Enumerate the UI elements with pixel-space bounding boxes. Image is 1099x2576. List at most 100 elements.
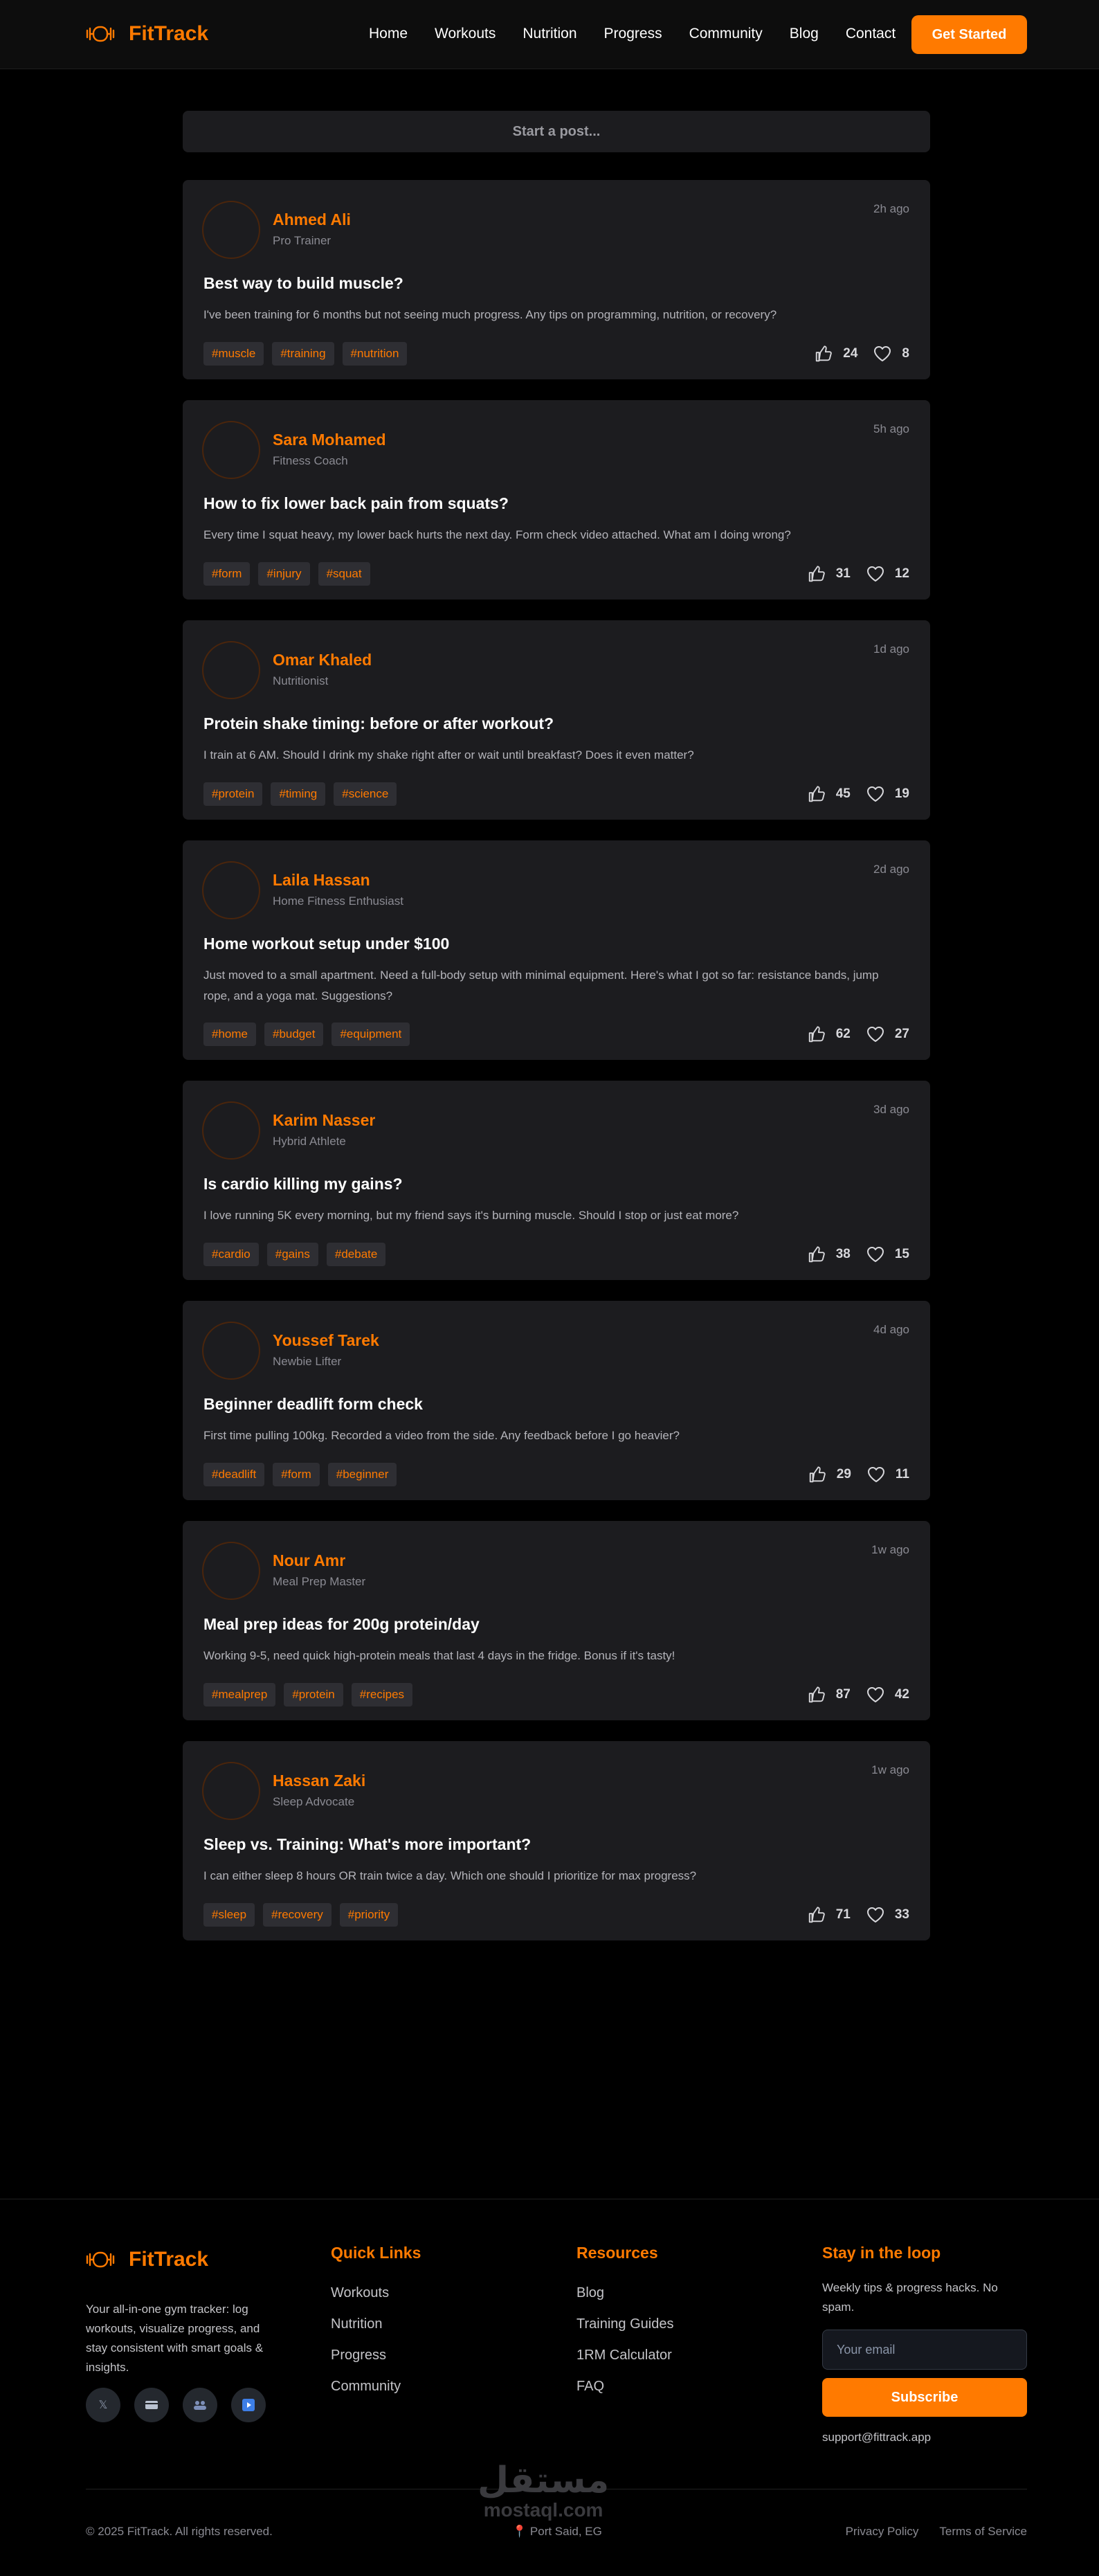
tag[interactable]: #injury <box>258 562 310 586</box>
heart-button[interactable]: 33 <box>866 1905 909 1925</box>
avatar[interactable] <box>202 861 260 919</box>
tag[interactable]: #mealprep <box>203 1683 276 1706</box>
footer-link-workouts[interactable]: Workouts <box>331 2285 421 2302</box>
tag[interactable]: #home <box>203 1023 256 1046</box>
tag[interactable]: #budget <box>264 1023 324 1046</box>
post-card[interactable]: Sara Mohamed Fitness Coach 5h ago How to fi… <box>183 400 930 600</box>
heart-button[interactable]: 27 <box>866 1025 909 1044</box>
tag[interactable]: #form <box>273 1463 320 1486</box>
get-started-button[interactable]: Get Started <box>911 15 1027 54</box>
post-author[interactable]: Laila Hassan <box>273 871 370 890</box>
terms-of-service-link[interactable]: Terms of Service <box>939 2525 1027 2539</box>
heart-button[interactable]: 15 <box>866 1245 909 1264</box>
tag[interactable]: #recovery <box>263 1903 331 1927</box>
post-author[interactable]: Karim Nasser <box>273 1111 375 1130</box>
avatar[interactable] <box>202 1542 260 1600</box>
avatar[interactable] <box>202 1101 260 1160</box>
like-button[interactable]: 31 <box>807 564 851 584</box>
tag[interactable]: #protein <box>203 782 263 806</box>
footer-brand[interactable]: FitTrack <box>86 2245 208 2274</box>
like-button[interactable]: 62 <box>807 1025 851 1044</box>
tag[interactable]: #science <box>334 782 397 806</box>
post-card[interactable]: Hassan Zaki Sleep Advocate 1w ago Sleep vs.… <box>183 1741 930 1940</box>
nav-workouts[interactable]: Workouts <box>435 24 496 44</box>
tag[interactable]: #timing <box>271 782 326 806</box>
post-card[interactable]: Omar Khaled Nutritionist 1d ago Protein sha… <box>183 620 930 820</box>
like-button[interactable]: 29 <box>808 1465 851 1484</box>
like-button[interactable]: 38 <box>807 1245 851 1264</box>
nav-home[interactable]: Home <box>369 24 408 44</box>
post-card[interactable]: Nour Amr Meal Prep Master 1w ago Meal prep … <box>183 1521 930 1720</box>
heart-button[interactable]: 11 <box>866 1465 909 1484</box>
like-button[interactable]: 45 <box>807 784 851 804</box>
post-card[interactable]: Laila Hassan Home Fitness Enthusiast 2d ag… <box>183 840 930 1060</box>
post-title[interactable]: Protein shake timing: before or after wo… <box>203 714 554 733</box>
footer-link-training-guides[interactable]: Training Guides <box>576 2316 673 2333</box>
community-icon[interactable] <box>183 2388 217 2422</box>
card-icon[interactable] <box>134 2388 169 2422</box>
footer-link-progress[interactable]: Progress <box>331 2347 421 2364</box>
tag[interactable]: #beginner <box>327 1463 397 1486</box>
post-title[interactable]: Beginner deadlift form check <box>203 1395 423 1414</box>
post-card[interactable]: Karim Nasser Hybrid Athlete 3d ago Is cardi… <box>183 1081 930 1280</box>
post-title[interactable]: Meal prep ideas for 200g protein/day <box>203 1615 480 1634</box>
post-title[interactable]: How to fix lower back pain from squats? <box>203 494 509 513</box>
like-button[interactable]: 71 <box>807 1905 851 1925</box>
brand-logo[interactable]: FitTrack <box>86 19 208 48</box>
post-title[interactable]: Home workout setup under $100 <box>203 935 449 953</box>
tag[interactable]: #training <box>272 342 334 366</box>
tag[interactable]: #form <box>203 562 251 586</box>
support-email[interactable]: support@fittrack.app <box>822 2431 931 2444</box>
avatar[interactable] <box>202 421 260 479</box>
nav-community[interactable]: Community <box>689 24 763 44</box>
heart-button[interactable]: 19 <box>866 784 909 804</box>
x-icon[interactable]: 𝕏 <box>86 2388 120 2422</box>
tag[interactable]: #priority <box>339 1903 399 1927</box>
nav-nutrition[interactable]: Nutrition <box>523 24 576 44</box>
footer-link-faq[interactable]: FAQ <box>576 2378 673 2395</box>
nav-contact[interactable]: Contact <box>846 24 896 44</box>
tag[interactable]: #equipment <box>331 1023 410 1046</box>
tag[interactable]: #gains <box>266 1243 318 1266</box>
post-author[interactable]: Hassan Zaki <box>273 1772 365 1790</box>
post-card[interactable]: Ahmed Ali Pro Trainer 2h ago Best way to bu… <box>183 180 930 379</box>
nav-progress[interactable]: Progress <box>604 24 662 44</box>
subscribe-button[interactable]: Subscribe <box>822 2378 1027 2417</box>
like-button[interactable]: 24 <box>814 344 857 363</box>
avatar[interactable] <box>202 1322 260 1380</box>
nav-blog[interactable]: Blog <box>790 24 819 44</box>
footer-link-blog[interactable]: Blog <box>576 2285 673 2302</box>
tag[interactable]: #debate <box>326 1243 386 1266</box>
post-title[interactable]: Best way to build muscle? <box>203 274 403 293</box>
tag[interactable]: #protein <box>284 1683 343 1706</box>
tag[interactable]: #recipes <box>351 1683 413 1706</box>
post-author[interactable]: Omar Khaled <box>273 651 372 669</box>
avatar[interactable] <box>202 201 260 259</box>
tag[interactable]: #deadlift <box>203 1463 265 1486</box>
footer-link-nutrition[interactable]: Nutrition <box>331 2316 421 2333</box>
start-post-button[interactable]: Start a post... <box>183 111 930 152</box>
tag[interactable]: #nutrition <box>342 342 408 366</box>
post-title[interactable]: Sleep vs. Training: What's more importan… <box>203 1835 531 1854</box>
footer-link-1rm-calculator[interactable]: 1RM Calculator <box>576 2347 673 2364</box>
tag[interactable]: #squat <box>318 562 370 586</box>
newsletter-email-input[interactable] <box>822 2330 1027 2370</box>
post-author[interactable]: Youssef Tarek <box>273 1331 379 1350</box>
tag[interactable]: #sleep <box>203 1903 255 1927</box>
tag[interactable]: #cardio <box>203 1243 259 1266</box>
avatar[interactable] <box>202 1762 260 1820</box>
heart-button[interactable]: 12 <box>866 564 909 584</box>
footer-link-community[interactable]: Community <box>331 2378 421 2395</box>
privacy-policy-link[interactable]: Privacy Policy <box>846 2525 919 2539</box>
post-author[interactable]: Nour Amr <box>273 1551 345 1570</box>
play-icon[interactable] <box>231 2388 266 2422</box>
post-author[interactable]: Ahmed Ali <box>273 210 351 229</box>
avatar[interactable] <box>202 641 260 699</box>
heart-button[interactable]: 42 <box>866 1685 909 1704</box>
post-author[interactable]: Sara Mohamed <box>273 431 386 449</box>
heart-button[interactable]: 8 <box>873 344 909 363</box>
post-card[interactable]: Youssef Tarek Newbie Lifter 4d ago Beginner… <box>183 1301 930 1500</box>
post-title[interactable]: Is cardio killing my gains? <box>203 1175 403 1194</box>
tag[interactable]: #muscle <box>203 342 264 366</box>
like-button[interactable]: 87 <box>807 1685 851 1704</box>
